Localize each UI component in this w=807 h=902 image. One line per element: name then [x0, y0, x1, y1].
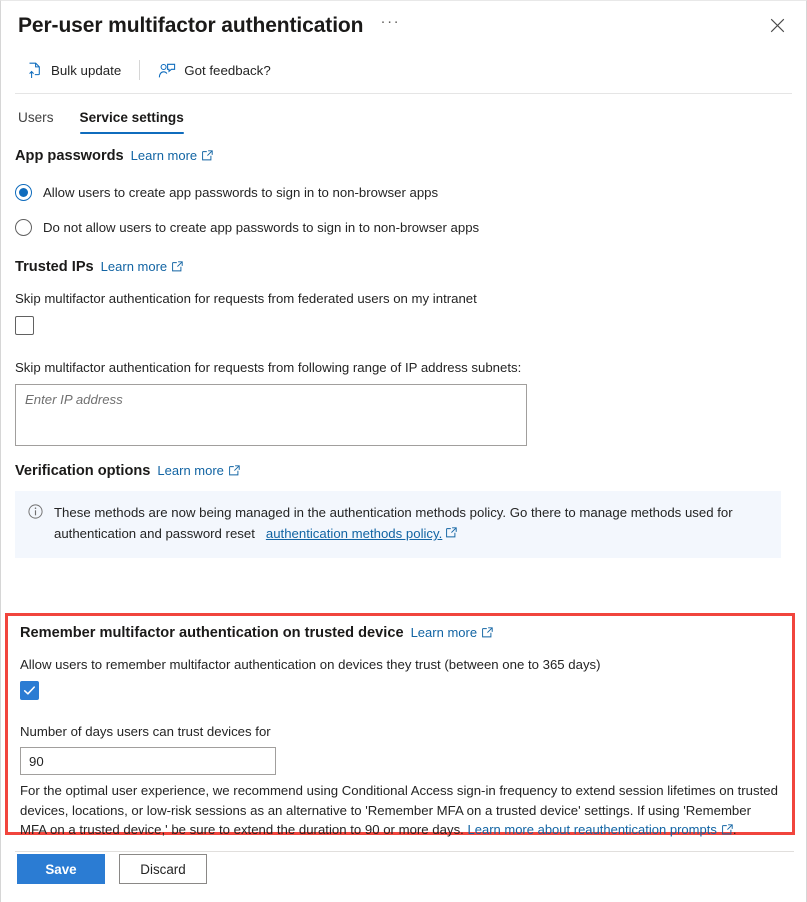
verification-options-heading-row: Verification options Learn more	[15, 463, 792, 479]
app-passwords-heading: App passwords	[15, 148, 124, 164]
bulk-update-label: Bulk update	[51, 62, 122, 78]
blade-panel: Per-user multifactor authentication ··· …	[0, 0, 807, 902]
trusted-ips-learn-more-link[interactable]: Learn more	[101, 259, 183, 274]
external-link-icon	[229, 465, 240, 476]
app-passwords-learn-more-link[interactable]: Learn more	[131, 148, 213, 163]
remember-mfa-checkbox[interactable]	[20, 680, 39, 700]
remember-mfa-highlight-box: Remember multifactor authentication on t…	[5, 613, 795, 837]
external-link-icon	[172, 261, 183, 272]
command-bar: Bulk update Got feedback?	[1, 51, 806, 89]
save-button[interactable]: Save	[17, 854, 105, 884]
got-feedback-button[interactable]: Got feedback?	[150, 55, 279, 85]
radio-disallow-indicator	[15, 219, 32, 236]
radio-disallow-app-passwords[interactable]: Do not allow users to create app passwor…	[15, 219, 792, 236]
tab-users[interactable]: Users	[18, 110, 54, 134]
reauthentication-prompts-link[interactable]: Learn more about reauthentication prompt…	[468, 820, 733, 839]
reauthentication-prompts-label: Learn more about reauthentication prompt…	[467, 822, 717, 838]
ellipsis-glyph: ···	[380, 12, 401, 30]
radio-allow-label: Allow users to create app passwords to s…	[43, 185, 439, 200]
verification-options-heading: Verification options	[15, 463, 151, 480]
radio-allow-app-passwords[interactable]: Allow users to create app passwords to s…	[15, 184, 792, 201]
info-icon	[28, 504, 43, 545]
authentication-methods-policy-link[interactable]: authentication methods policy.	[266, 526, 442, 541]
remember-mfa-learn-more-label: Learn more	[410, 625, 478, 640]
button-row: Save Discard	[17, 854, 792, 884]
close-icon[interactable]	[764, 12, 790, 38]
remember-mfa-note-period: .	[732, 822, 737, 838]
settings-content: App passwords Learn more Allow users to …	[1, 148, 806, 559]
radio-disallow-label: Do not allow users to create app passwor…	[43, 220, 480, 235]
page-title: Per-user multifactor authentication	[18, 13, 364, 37]
trusted-ips-heading: Trusted IPs	[15, 259, 94, 275]
federated-users-label: Skip multifactor authentication for requ…	[15, 291, 477, 306]
trusted-ips-section: Trusted IPs Learn more Skip multifactor …	[15, 259, 792, 451]
trusted-ips-learn-more-label: Learn more	[100, 259, 168, 274]
banner-text-block: These methods are now being managed in t…	[54, 503, 767, 545]
radio-allow-indicator	[15, 184, 32, 201]
blade-titlebar: Per-user multifactor authentication ···	[1, 1, 806, 49]
command-separator	[139, 60, 141, 80]
external-link-icon	[202, 150, 213, 161]
remember-mfa-section: Remember multifactor authentication on t…	[8, 616, 792, 840]
verification-options-learn-more-link[interactable]: Learn more	[157, 463, 240, 479]
footer-actions: Save Discard	[1, 840, 807, 902]
app-passwords-section: App passwords Learn more Allow users to …	[15, 148, 792, 236]
app-passwords-heading-row: App passwords Learn more	[15, 148, 792, 164]
verification-options-section: Verification options Learn more These me…	[15, 463, 792, 559]
app-passwords-learn-more-label: Learn more	[130, 148, 198, 163]
verification-options-learn-more-label: Learn more	[157, 463, 224, 479]
tab-service-settings[interactable]: Service settings	[79, 110, 185, 134]
external-link-icon	[482, 627, 493, 638]
bulk-update-button[interactable]: Bulk update	[19, 55, 129, 85]
remember-mfa-note: For the optimal user experience, we reco…	[20, 781, 780, 839]
days-field-label: Number of days users can trust devices f…	[20, 723, 271, 739]
remember-mfa-heading: Remember multifactor authentication on t…	[20, 625, 404, 641]
external-link-icon	[446, 527, 457, 538]
more-actions-icon[interactable]: ···	[377, 14, 403, 36]
trusted-ips-heading-row: Trusted IPs Learn more	[15, 259, 792, 275]
remember-mfa-learn-more-link[interactable]: Learn more	[411, 625, 493, 640]
days-input[interactable]	[20, 747, 276, 776]
remember-mfa-heading-row: Remember multifactor authentication on t…	[20, 625, 780, 641]
bulk-update-icon	[27, 62, 43, 79]
ip-subnets-label: Skip multifactor authentication for requ…	[15, 359, 522, 375]
authentication-methods-info-banner: These methods are now being managed in t…	[15, 491, 781, 559]
remember-mfa-allow-label: Allow users to remember multifactor auth…	[20, 657, 601, 672]
ip-address-input[interactable]	[15, 384, 527, 447]
feedback-icon	[158, 62, 176, 79]
got-feedback-label: Got feedback?	[184, 62, 271, 78]
federated-users-checkbox[interactable]	[15, 315, 34, 335]
external-link-icon	[721, 824, 733, 835]
tab-list: Users Service settings	[1, 94, 806, 134]
discard-button[interactable]: Discard	[119, 854, 207, 884]
